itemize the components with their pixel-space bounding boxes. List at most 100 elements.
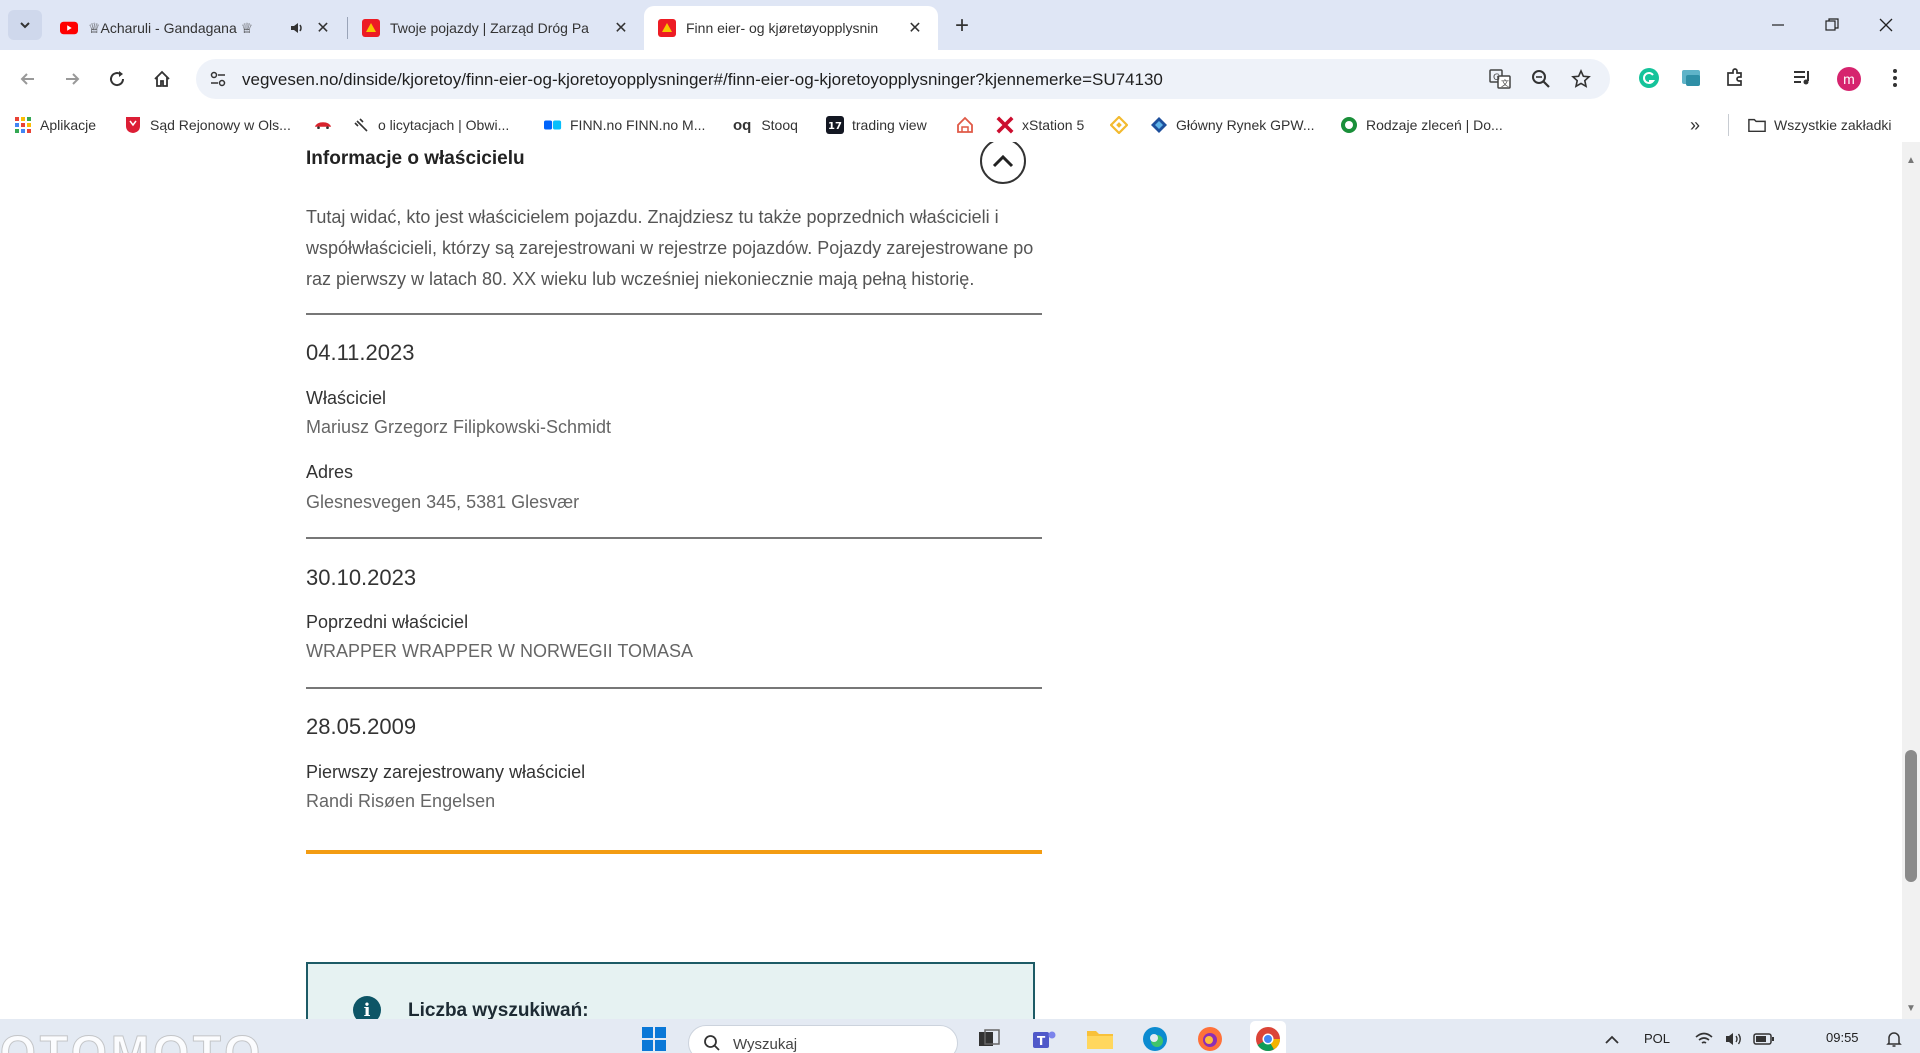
owner-date: 28.05.2009 [306, 714, 417, 739]
bookmark-label: o licytacjach | Obwi... [378, 117, 510, 133]
edge-icon[interactable] [1141, 1025, 1169, 1053]
collapse-section-button[interactable] [980, 142, 1026, 184]
bookmark-rodzaje-zlecen[interactable]: Rodzaje zleceń | Do... [1340, 114, 1503, 136]
bookmark-label: xStation 5 [1022, 117, 1085, 133]
bookmark-licytacje[interactable]: o licytacjach | Obwi... [352, 114, 509, 136]
bookmark-stooq[interactable]: oq Stooq [733, 114, 798, 136]
file-explorer-icon[interactable] [1086, 1025, 1114, 1053]
close-window-button[interactable] [1866, 12, 1906, 38]
translate-icon[interactable]: G文 [1488, 67, 1512, 91]
restore-icon [1825, 18, 1839, 31]
tab-finn-eier[interactable]: Finn eier- og kjøretøyopplysnin ✕ [644, 6, 938, 50]
firefox-icon[interactable] [1196, 1025, 1224, 1053]
tab-twoje-pojazdy[interactable]: Twoje pojazdy | Zarząd Dróg Pa ✕ [348, 6, 644, 50]
close-tab-icon[interactable]: ✕ [314, 19, 332, 37]
arrow-right-icon [66, 73, 80, 85]
apps-grid-icon [14, 116, 32, 134]
more-menu-icon[interactable] [1880, 63, 1910, 93]
star-icon[interactable] [1569, 67, 1593, 91]
owner-role-label: Właściciel [306, 388, 387, 408]
taskbar-clock[interactable]: 09:55 [1826, 1030, 1859, 1045]
bookmark-sad-rejonowy[interactable]: Sąd Rejonowy w Ols... [124, 114, 291, 136]
divider [306, 687, 1042, 689]
info-icon: i [353, 996, 381, 1019]
page-scrollbar[interactable]: ▲ ▼ [1902, 142, 1920, 1019]
eagle-emblem-icon [124, 116, 142, 134]
statens-vegvesen-icon [362, 19, 380, 37]
chevron-down-icon [20, 22, 30, 29]
bookmark-red-house[interactable] [956, 114, 982, 136]
search-count-box: i Liczba wyszukiwań: [306, 962, 1035, 1019]
forward-button[interactable] [56, 63, 88, 95]
task-view-icon[interactable] [975, 1025, 1003, 1053]
taskbar-search[interactable]: Wyszukaj [688, 1025, 958, 1053]
close-tab-icon[interactable]: ✕ [906, 19, 924, 37]
media-controls-icon[interactable] [1787, 63, 1817, 93]
site-info-icon[interactable] [206, 67, 230, 91]
tab-title: Twoje pojazdy | Zarząd Dróg Pa [390, 20, 589, 36]
owner-role-label: Pierwszy zarejestrowany właściciel [306, 762, 586, 782]
bookmarks-overflow-button[interactable]: » [1690, 114, 1700, 136]
bookmark-gpw[interactable]: Główny Rynek GPW... [1150, 114, 1314, 136]
tab-search-button[interactable] [8, 10, 42, 40]
bookmark-label: Stooq [761, 117, 798, 133]
bookmark-finn[interactable]: FINN.no FINN.no M... [544, 114, 705, 136]
bookmark-label: Główny Rynek GPW... [1176, 117, 1315, 133]
folder-icon [1748, 116, 1766, 134]
home-button[interactable] [146, 63, 178, 95]
bookmark-label: Wszystkie zakładki [1774, 117, 1892, 133]
windows-start-icon[interactable] [640, 1025, 668, 1053]
notification-bell-icon[interactable] [1880, 1025, 1908, 1053]
battery-icon[interactable] [1750, 1025, 1778, 1053]
bookmark-binance[interactable] [1110, 114, 1136, 136]
restore-button[interactable] [1812, 12, 1852, 38]
svg-text:G: G [1493, 73, 1500, 83]
home-icon [154, 70, 170, 87]
profile-avatar[interactable]: m [1837, 67, 1861, 91]
zoom-icon[interactable] [1529, 67, 1553, 91]
bookmark-tradingview[interactable]: 17 trading view [826, 114, 927, 136]
minimize-button[interactable] [1758, 12, 1798, 38]
car-icon [314, 116, 332, 134]
extensions-puzzle-icon[interactable] [1720, 63, 1750, 93]
owner-date: 04.11.2023 [306, 340, 415, 365]
speaker-icon[interactable] [288, 19, 306, 37]
gpw-logo-icon [1150, 116, 1168, 134]
all-bookmarks-button[interactable]: Wszystkie zakładki [1748, 114, 1891, 136]
bookmark-car[interactable] [314, 114, 340, 136]
language-indicator[interactable]: POL [1644, 1031, 1670, 1046]
address-bar[interactable]: vegvesen.no/dinside/kjoretoy/finn-eier-o… [196, 59, 1610, 99]
green-circle-icon [1340, 116, 1358, 134]
close-tab-icon[interactable]: ✕ [612, 19, 630, 37]
bookmark-label: Rodzaje zleceń | Do... [1366, 117, 1503, 133]
volume-icon[interactable] [1720, 1025, 1748, 1053]
tray-chevron-up-icon[interactable] [1598, 1025, 1626, 1053]
bookmark-apps[interactable]: Aplikacje [14, 114, 96, 136]
teams-icon[interactable]: T [1030, 1025, 1058, 1053]
windows-taskbar: OTOMOTO Wyszukaj T POL 09:55 [0, 1019, 1920, 1053]
grammarly-icon[interactable] [1634, 63, 1664, 93]
svg-text:17: 17 [828, 121, 842, 132]
back-button[interactable] [12, 63, 44, 95]
xstation-icon [996, 116, 1014, 134]
chrome-icon[interactable] [1250, 1021, 1286, 1053]
youtube-icon [60, 19, 78, 37]
new-tab-button[interactable]: + [948, 12, 976, 40]
wifi-icon[interactable] [1690, 1025, 1718, 1053]
svg-text:文: 文 [1501, 78, 1509, 88]
tab-strip: ♕Acharuli - Gandagana ♕ ✕ Twoje pojazdy … [0, 0, 1920, 50]
bookmark-xstation[interactable]: xStation 5 [996, 114, 1084, 136]
tab-title: ♕Acharuli - Gandagana ♕ [88, 19, 254, 36]
reload-icon [110, 71, 125, 87]
tab-youtube[interactable]: ♕Acharuli - Gandagana ♕ ✕ [46, 6, 346, 50]
extension-app-icon[interactable] [1676, 63, 1706, 93]
section-end-divider [306, 850, 1042, 854]
owner-date: 30.10.2023 [306, 565, 417, 590]
reload-button[interactable] [101, 63, 133, 95]
scroll-up-icon[interactable]: ▲ [1902, 152, 1920, 168]
close-icon [1879, 18, 1893, 32]
owner-address: Glesnesvegen 345, 5381 Glesvær [306, 492, 580, 512]
minimize-icon [1772, 24, 1784, 26]
scroll-down-icon[interactable]: ▼ [1902, 1000, 1920, 1016]
scrollbar-thumb[interactable] [1905, 750, 1917, 882]
